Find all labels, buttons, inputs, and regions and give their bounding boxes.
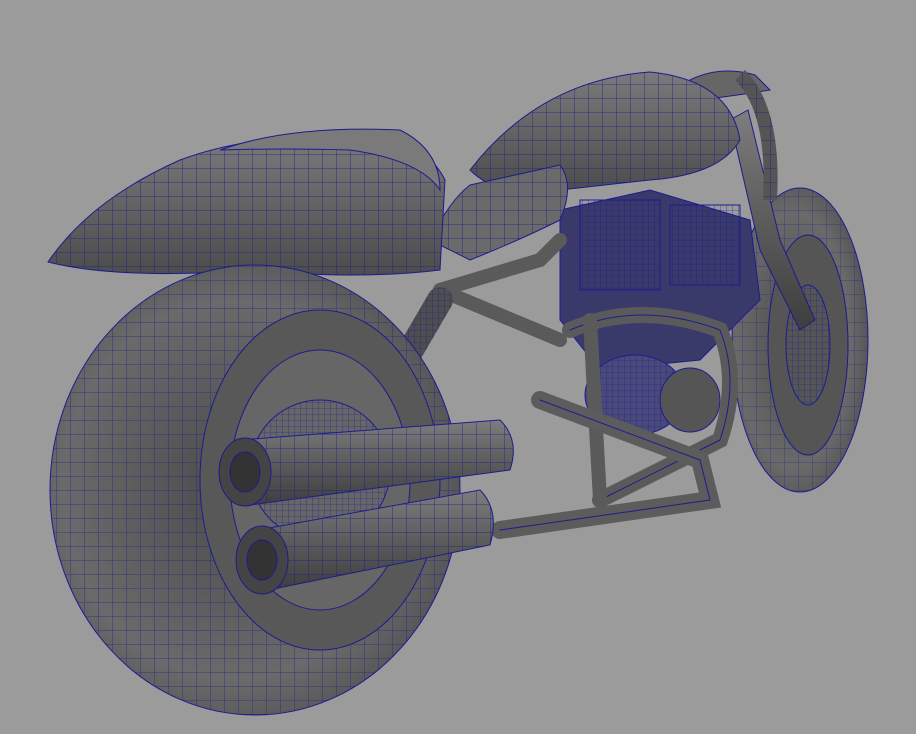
3d-viewport[interactable]	[0, 0, 916, 734]
fuel-tank	[469, 71, 741, 193]
motorcycle-model[interactable]	[0, 0, 916, 734]
rear-fender	[47, 128, 446, 276]
front-wheel	[731, 187, 869, 493]
